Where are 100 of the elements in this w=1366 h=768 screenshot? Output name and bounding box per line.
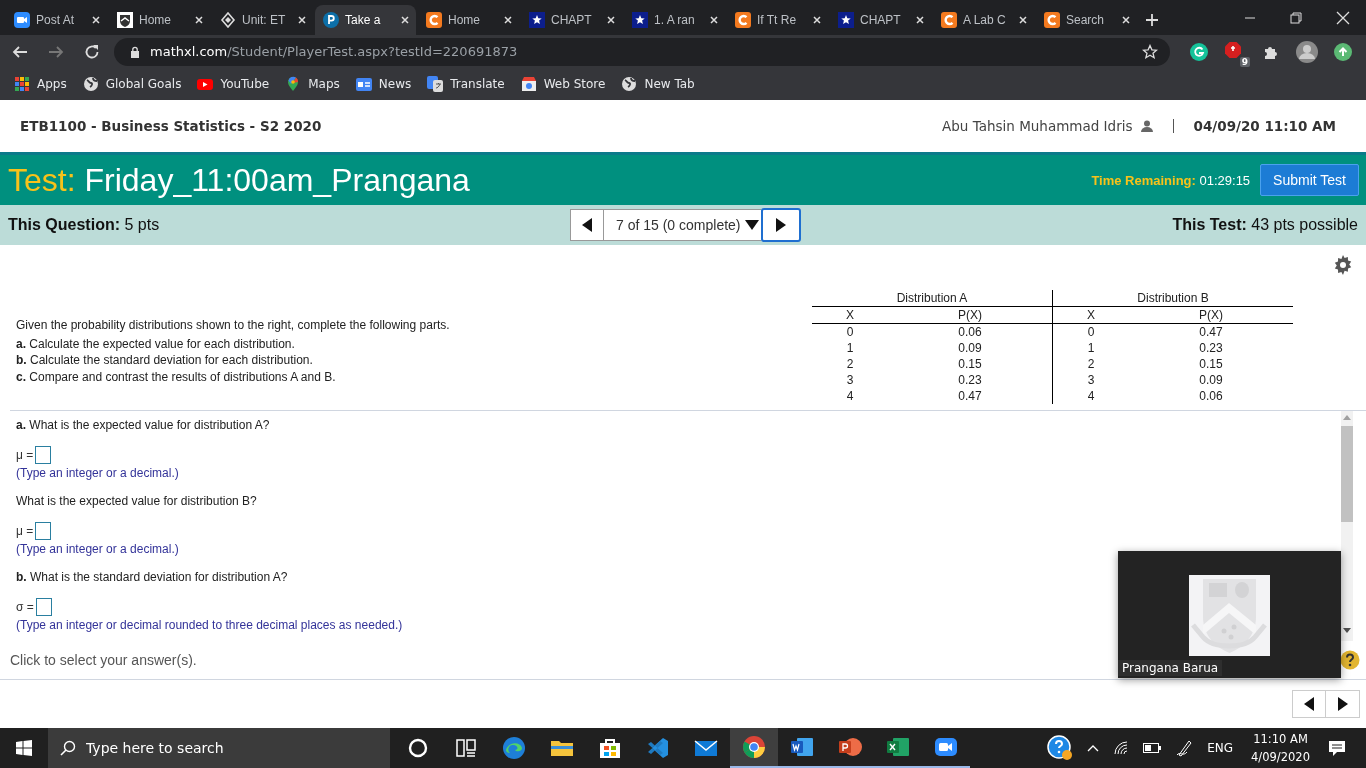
- answer-field[interactable]: [35, 598, 52, 616]
- column-header: P(X): [1129, 306, 1293, 324]
- forward-icon[interactable]: [48, 43, 64, 60]
- answer-hint: (Type an integer or a decimal.): [16, 541, 180, 557]
- battery-icon[interactable]: [1143, 743, 1162, 753]
- star-outline-icon[interactable]: [1142, 43, 1158, 60]
- table-cell: 2: [1052, 356, 1129, 372]
- bookmark-link[interactable]: Translate: [427, 76, 505, 92]
- news-icon: [355, 76, 372, 92]
- search-icon: [60, 740, 76, 756]
- notification-icon[interactable]: [1328, 739, 1346, 757]
- browser-tab[interactable]: 1. A ran: [624, 5, 725, 35]
- table-cell-text: 0.06: [1198, 388, 1224, 404]
- reload-icon[interactable]: [84, 43, 100, 60]
- status-text: Click to select your answer(s).: [10, 652, 197, 668]
- close-icon[interactable]: [400, 15, 410, 25]
- wifi-icon[interactable]: [1113, 741, 1130, 755]
- restore-icon[interactable]: [1290, 11, 1302, 24]
- close-icon[interactable]: [91, 15, 101, 25]
- diamond-icon: [220, 12, 236, 28]
- bookmark-link[interactable]: Maps: [285, 76, 340, 92]
- wave-logo-icon: [502, 736, 526, 760]
- bookmark-link[interactable]: New Tab: [621, 76, 695, 92]
- time-remaining: Time Remaining: 01:29:15: [1091, 172, 1251, 188]
- scrollbar[interactable]: [1341, 411, 1353, 641]
- close-icon[interactable]: [812, 15, 822, 25]
- close-icon[interactable]: [1336, 10, 1350, 25]
- close-icon[interactable]: [606, 15, 616, 25]
- browser-tab[interactable]: Post At: [6, 5, 107, 35]
- question-part: a. Calculate the expected value for each distribution.: [16, 335, 296, 352]
- browser-tab[interactable]: CHAPT: [830, 5, 931, 35]
- word-document-icon: [790, 735, 814, 759]
- profile-avatar[interactable]: [1296, 40, 1318, 63]
- browser-tab[interactable]: Home: [418, 5, 519, 35]
- browser-tab[interactable]: CHAPT: [521, 5, 622, 35]
- equation-label: μ =: [16, 524, 34, 538]
- test-title: Test: Friday_11:00am_Prangana: [8, 161, 470, 199]
- table-cell: 0.47: [888, 388, 1053, 404]
- browser-tab[interactable]: Take a: [315, 5, 416, 35]
- table-cell-text: 0.09: [1198, 372, 1224, 388]
- close-icon[interactable]: [297, 15, 307, 25]
- table-cell: 0.09: [888, 340, 1053, 356]
- table-cell: 3: [1052, 372, 1129, 388]
- apps-grid-icon: [14, 76, 30, 92]
- close-icon[interactable]: [503, 15, 513, 25]
- close-icon[interactable]: [194, 15, 204, 25]
- help-badge-icon[interactable]: [1047, 735, 1074, 761]
- clock-date[interactable]: 4/09/2020: [1251, 748, 1310, 766]
- column-group-header: Distribution B: [1052, 290, 1293, 307]
- shield-icon: [117, 12, 133, 28]
- c-logo-icon: [1044, 12, 1060, 28]
- browser-tab[interactable]: If Tt Re: [727, 5, 828, 35]
- scroll-up-icon: [1343, 415, 1351, 420]
- previous-button[interactable]: [1292, 690, 1326, 718]
- help-icon[interactable]: [1340, 650, 1360, 670]
- bookmark-link[interactable]: News: [355, 76, 412, 92]
- back-icon[interactable]: [12, 43, 28, 60]
- scrollbar-thumb[interactable]: [1341, 426, 1353, 522]
- previous-question-button[interactable]: [570, 209, 604, 241]
- pen-icon[interactable]: [1175, 739, 1194, 757]
- settings-icon[interactable]: [1333, 255, 1353, 275]
- taskbar-app[interactable]: [730, 728, 778, 768]
- browser-tab[interactable]: Unit: ET: [212, 5, 313, 35]
- bookmark-link[interactable]: Web Store: [520, 76, 606, 92]
- search-field[interactable]: Type here to search: [48, 728, 390, 768]
- bookmark-link[interactable]: Global Goals: [82, 76, 182, 92]
- next-question-button[interactable]: [760, 208, 801, 242]
- address-bar[interactable]: mathxl.com/Student/PlayerTest.aspx?testId=220691873: [114, 37, 1170, 66]
- close-icon[interactable]: [1018, 15, 1028, 25]
- tab-title: Post At: [36, 13, 76, 27]
- question-dropdown[interactable]: 7 of 15 (0 complete): [604, 209, 761, 241]
- date-time: 04/09/20 11:10 AM: [1193, 118, 1336, 134]
- answer-field[interactable]: [35, 446, 52, 464]
- person-icon: [1140, 120, 1153, 132]
- caret-right-icon: [775, 218, 786, 232]
- g-circle-icon[interactable]: [1190, 42, 1208, 61]
- answer-hint: (Type an integer or decimal rounded to three decimal places as needed.): [16, 617, 404, 633]
- update-icon[interactable]: [1334, 42, 1352, 61]
- language-indicator[interactable]: ENG: [1207, 741, 1234, 755]
- answer-field[interactable]: [35, 522, 52, 540]
- windows-icon[interactable]: [16, 740, 32, 756]
- submit-test-button[interactable]: Submit Test: [1260, 164, 1359, 196]
- table-cell: 0.06: [888, 323, 1053, 340]
- browser-tab[interactable]: Home: [109, 5, 210, 35]
- close-icon[interactable]: [709, 15, 719, 25]
- close-icon[interactable]: [915, 15, 925, 25]
- chevron-up-icon[interactable]: [1087, 744, 1100, 752]
- question-prompt: a. What is the expected value for distribution A?: [16, 417, 271, 433]
- plus-icon[interactable]: [1145, 13, 1159, 27]
- next-button[interactable]: [1326, 690, 1360, 718]
- browser-tab[interactable]: Search: [1036, 5, 1137, 35]
- table-cell: 0.15: [888, 356, 1053, 372]
- close-icon[interactable]: [1121, 15, 1131, 25]
- bookmark-link[interactable]: Apps: [14, 76, 67, 92]
- clock-time[interactable]: 11:10 AM: [1253, 730, 1308, 748]
- c-logo-icon: [735, 12, 751, 28]
- browser-tab[interactable]: A Lab C: [933, 5, 1034, 35]
- table-cell-text: 2: [845, 356, 855, 372]
- bookmark-link[interactable]: YouTube: [197, 76, 270, 92]
- tab-title: 1. A ran: [654, 13, 696, 27]
